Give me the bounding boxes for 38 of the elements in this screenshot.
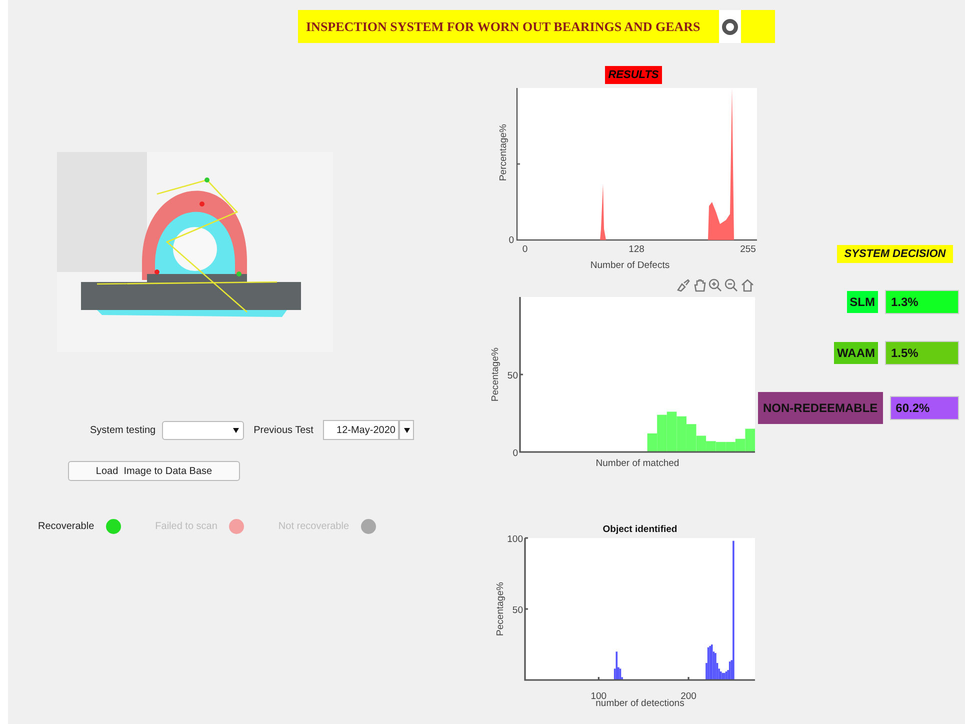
decision-label: WAAM (834, 342, 878, 364)
axis-label: Number of Defects (590, 260, 670, 271)
results-heading: RESULTS (605, 66, 662, 84)
decision-value: 1.3% (885, 290, 959, 314)
field-label: System testing (90, 424, 156, 436)
tick-label: 0 (522, 244, 528, 255)
home-icon[interactable] (740, 278, 755, 293)
tick-label: 0 (512, 448, 518, 459)
decision-value: 60.2% (890, 396, 959, 420)
field-label: Previous Test (254, 424, 314, 436)
axis-label: Number of matched (596, 458, 680, 469)
lamp-label: Recoverable (38, 521, 94, 532)
tick-label: 128 (628, 244, 644, 255)
caret-icon (404, 428, 410, 432)
decision-label: SLM (846, 291, 878, 313)
histogram-bar (676, 416, 686, 452)
tick-label: 50 (512, 605, 523, 616)
axis-label: Percentage% (498, 124, 509, 182)
decision-value: 1.5% (885, 341, 959, 365)
tick-label: 100 (507, 534, 523, 545)
chart-title: Object identified (602, 524, 678, 535)
zoom-out-icon[interactable] (724, 278, 739, 293)
hand-icon[interactable] (692, 278, 707, 293)
date-field[interactable]: 12-May-2020 (323, 420, 400, 440)
load-image-button[interactable]: Load Image to Data Base (68, 461, 240, 481)
axis-label: Pecentage% (490, 348, 501, 402)
app-title: INSPECTION SYSTEM FOR WORN OUT BEARINGS AND GEARS (306, 18, 700, 34)
tick-label: 255 (740, 244, 756, 255)
decision-heading: SYSTEM DECISION (837, 245, 953, 263)
zoom-in-icon[interactable] (708, 278, 723, 293)
decision-label: NON-REDEEMABLE (758, 392, 883, 424)
axis-label: Pecentage% (495, 582, 506, 636)
tick-label: 0 (508, 235, 514, 246)
caret-icon (232, 428, 239, 432)
tick-label: 50 (507, 370, 518, 382)
dropdown-button[interactable] (399, 420, 414, 440)
ring-icon (719, 10, 742, 43)
brush-icon[interactable] (676, 278, 691, 293)
